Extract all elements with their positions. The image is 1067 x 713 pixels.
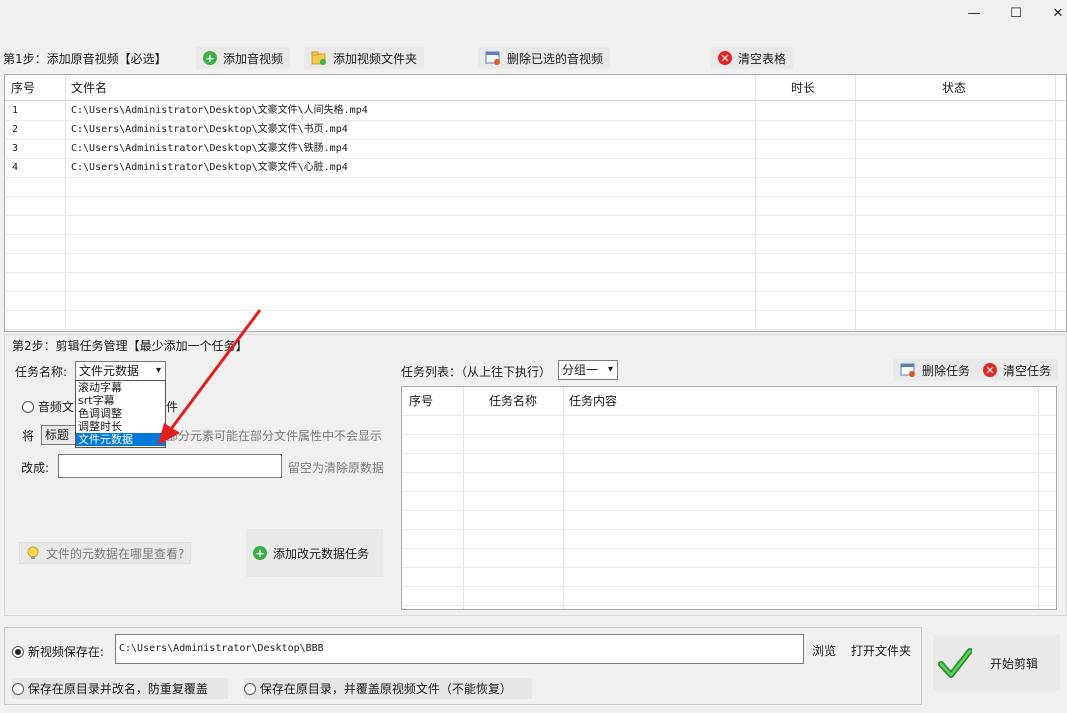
table-row[interactable]: 2 C:\Users\Administrator\Desktop\文豪文件\书页.…: [5, 120, 1066, 139]
minimize-button[interactable]: —: [953, 0, 995, 26]
radio-audio[interactable]: 音频文: [22, 398, 74, 415]
change-input[interactable]: [58, 454, 282, 478]
radio-audio-label: 音频文: [37, 400, 74, 414]
folder-add-icon: [311, 51, 326, 65]
close-button[interactable]: ✕: [1037, 0, 1067, 26]
row-index: 3: [12, 143, 19, 154]
add-task-icon: +: [253, 546, 267, 560]
clear-table-button[interactable]: ✕ 清空表格: [711, 47, 794, 69]
task-list-label: 任务列表：（从上往下执行）: [401, 365, 552, 379]
annotation-arrow: [158, 309, 262, 445]
start-label: 开始剪辑: [990, 656, 1039, 671]
task-table[interactable]: 序号 任务名称 任务内容: [401, 386, 1057, 610]
save-new-label: 新视频保存在:: [27, 645, 104, 659]
save-rename-radio-circle[interactable]: [12, 683, 24, 695]
file-table-header: 序号 文件名 时长 状态: [5, 75, 1066, 101]
save-overwrite-label: 保存在原目录，并覆盖原视频文件（不能恢复）: [259, 682, 512, 696]
metadata-help-button[interactable]: 文件的元数据在哪里查看?: [19, 542, 192, 564]
delete-file-icon: [485, 51, 500, 65]
task-name-label: 任务名称:: [15, 365, 68, 379]
add-task-label: 添加改元数据任务: [273, 546, 370, 561]
save-overwrite-radio-circle[interactable]: [244, 683, 256, 695]
task-col-name[interactable]: 任务名称: [489, 387, 537, 415]
change-label: 改成:: [21, 461, 50, 475]
table-row[interactable]: 1 C:\Users\Administrator\Desktop\文豪文件\人间失…: [5, 101, 1066, 120]
task-col-index[interactable]: 序号: [409, 387, 433, 415]
save-new-radio-circle[interactable]: [12, 646, 24, 658]
jiang-label: 将: [22, 429, 35, 443]
save-path-input[interactable]: C:\Users\Administrator\Desktop\BBB: [115, 634, 804, 664]
col-index[interactable]: 序号: [11, 75, 35, 101]
save-new-radio[interactable]: 新视频保存在:: [12, 643, 104, 660]
group-value: 分组一: [562, 363, 599, 377]
clear-tasks-icon: ✕: [983, 363, 997, 377]
metadata-help-label: 文件的元数据在哪里查看?: [46, 546, 185, 561]
add-folder-button[interactable]: 添加视频文件夹: [304, 47, 425, 69]
open-folder-label: 打开文件夹: [851, 643, 912, 658]
add-icon: +: [203, 51, 217, 65]
add-folder-label: 添加视频文件夹: [333, 51, 418, 66]
browse-label: 浏览: [812, 643, 837, 658]
delete-task-button[interactable]: 删除任务: [893, 359, 978, 381]
delete-selected-label: 删除已选的音视频: [507, 51, 604, 66]
group-select[interactable]: 分组一 ▾: [558, 360, 618, 380]
row-filename: C:\Users\Administrator\Desktop\文豪文件\铁肠.m…: [71, 143, 348, 154]
col-status[interactable]: 状态: [942, 75, 966, 101]
add-task-button[interactable]: + 添加改元数据任务: [246, 529, 383, 577]
row-filename: C:\Users\Administrator\Desktop\文豪文件\心脏.m…: [71, 162, 348, 173]
open-folder-button[interactable]: 打开文件夹: [844, 639, 919, 661]
save-rename-label: 保存在原目录并改名，防重复覆盖: [27, 682, 208, 696]
save-rename-radio[interactable]: 保存在原目录并改名，防重复覆盖: [12, 678, 228, 699]
add-av-button[interactable]: + 添加音视频: [196, 47, 291, 69]
clear-tasks-button[interactable]: ✕ 清空任务: [976, 359, 1059, 381]
clear-icon: ✕: [718, 51, 732, 65]
clear-tasks-label: 清空任务: [1003, 363, 1052, 378]
col-name[interactable]: 文件名: [71, 75, 107, 101]
maximize-icon: ☐: [1010, 5, 1022, 21]
row-index: 2: [12, 124, 19, 135]
add-av-label: 添加音视频: [223, 51, 284, 66]
start-button[interactable]: 开始剪辑: [933, 635, 1060, 691]
browse-button[interactable]: 浏览: [805, 639, 844, 661]
close-icon: ✕: [1052, 5, 1064, 21]
table-row[interactable]: 4 C:\Users\Administrator\Desktop\文豪文件\心脏.…: [5, 158, 1066, 177]
lightbulb-icon: [27, 546, 39, 559]
checkmark-icon: [938, 648, 972, 678]
delete-task-icon: [900, 363, 915, 377]
row-filename: C:\Users\Administrator\Desktop\文豪文件\人间失格…: [71, 105, 368, 116]
minimize-icon: —: [967, 5, 981, 21]
step1-label: 第1步：添加原音视频【必选】: [3, 52, 167, 66]
delete-task-label: 删除任务: [922, 363, 971, 378]
change-hint: 留空为清除原数据: [288, 461, 385, 475]
field-value: 标题: [45, 428, 70, 442]
maximize-button[interactable]: ☐: [995, 0, 1037, 26]
save-overwrite-radio[interactable]: 保存在原目录，并覆盖原视频文件（不能恢复）: [244, 678, 532, 699]
task-name-value: 文件元数据: [79, 364, 140, 378]
file-table[interactable]: 序号 文件名 时长 状态 1 C:\Users\Administrator\Des…: [4, 74, 1067, 332]
group-chevron-icon: ▾: [607, 364, 613, 375]
row-index: 1: [12, 105, 19, 116]
task-col-content[interactable]: 任务内容: [569, 387, 617, 415]
row-filename: C:\Users\Administrator\Desktop\文豪文件\书页.m…: [71, 124, 348, 135]
table-row[interactable]: 3 C:\Users\Administrator\Desktop\文豪文件\铁肠.…: [5, 139, 1066, 158]
radio-audio-circle[interactable]: [22, 401, 34, 413]
delete-selected-button[interactable]: 删除已选的音视频: [478, 47, 611, 69]
row-index: 4: [12, 162, 19, 173]
col-duration[interactable]: 时长: [791, 75, 815, 101]
clear-table-label: 清空表格: [738, 51, 787, 66]
